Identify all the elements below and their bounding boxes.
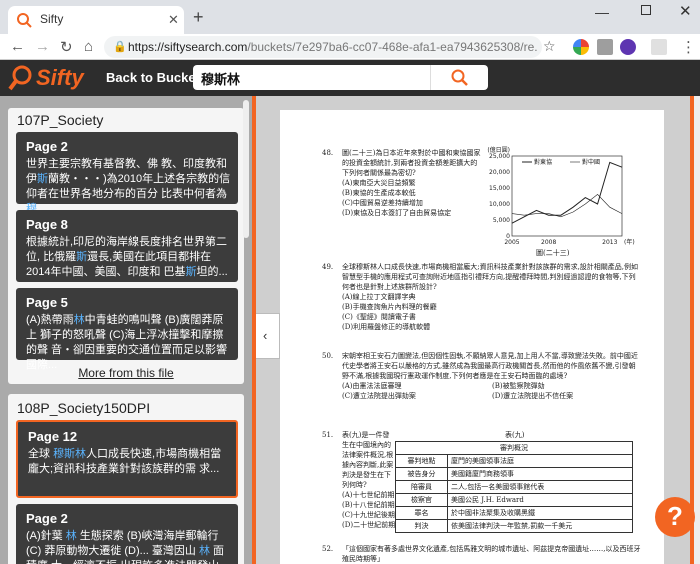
chart-y-tick-label: 10,000 bbox=[489, 201, 510, 208]
chart-y-tick-label: 15,000 bbox=[489, 185, 510, 192]
url-text: https://siftysearch.com/buckets/7e297ba6… bbox=[128, 40, 538, 54]
bookmark-star-icon[interactable]: ☆ bbox=[543, 38, 556, 55]
calendar-icon[interactable] bbox=[651, 39, 667, 55]
browser-tab-bar: Sifty ✕ + — ✕ bbox=[0, 0, 700, 34]
more-from-file-link[interactable]: More from this file bbox=[8, 366, 244, 380]
result-card[interactable]: Page 2 世界主要宗教有基督教、佛 教、印度教和伊斯蘭教・・・)為2010年… bbox=[16, 132, 238, 215]
chart-y-tick-label: 20,000 bbox=[489, 169, 510, 176]
chart-plot-frame bbox=[511, 155, 623, 237]
new-tab-button[interactable]: + bbox=[193, 7, 204, 28]
window-minimize-icon[interactable]: — bbox=[595, 4, 609, 20]
result-page-number: Page 5 bbox=[26, 295, 68, 310]
result-card[interactable]: Page 8 根據統計,印尼的海岸線長度排名世界第二位, 比俄羅斯還長,美國在此… bbox=[16, 210, 238, 282]
chart-x-tick-label: 2008 bbox=[541, 239, 556, 246]
result-card[interactable]: Page 5 (A)熱帶雨林中青蛙的鳴叫聲 (B)廣闊莽原上 獅子的怒吼聲 (C… bbox=[16, 288, 238, 371]
search-query: 穆斯林 bbox=[201, 72, 241, 87]
chart-y-tick-label: 25,000 bbox=[489, 153, 510, 160]
app-header: Sifty Back to Bucket 穆斯林 bbox=[0, 60, 700, 96]
url-bar[interactable]: 🔒 https://siftysearch.com/buckets/7e297b… bbox=[104, 36, 542, 58]
download-icon[interactable] bbox=[620, 39, 636, 55]
question-51-options: (A)十七世紀前期 (B)十八世紀前期 (C)十九世紀後期 (D)二十世紀前期 bbox=[342, 491, 396, 529]
result-snippet: 全球 穆斯林人口成長快速,市場商機相當 龐大;資訊科技產業針對該族群的需 求..… bbox=[28, 448, 222, 475]
case-table: 審判概況 審判地點 廈門的美國領事法庭 被告身分 美國籍廈門商務領事 陪審員 二人,包… bbox=[395, 441, 633, 533]
sifty-logo-icon bbox=[8, 65, 32, 91]
menu-dots-icon[interactable]: ⋮ bbox=[681, 38, 696, 56]
result-group-title: 108P_Society150DPI bbox=[17, 400, 151, 416]
result-snippet: 世界主要宗教有基督教、佛 教、印度教和伊斯蘭教・・・)為2010年上述各宗教的信… bbox=[26, 158, 231, 215]
result-snippet: (A)熱帶雨林中青蛙的鳴叫聲 (B)廣闊莽原上 獅子的怒吼聲 (C)海上浮冰撞擊… bbox=[26, 314, 228, 371]
search-input[interactable]: 穆斯林 bbox=[193, 65, 430, 90]
results-panel: 107P_Society Page 2 世界主要宗教有基督教、佛 教、印度教和伊… bbox=[0, 96, 256, 564]
tab-close-icon[interactable]: ✕ bbox=[168, 12, 179, 28]
search-button[interactable] bbox=[430, 65, 488, 90]
extension-icon[interactable] bbox=[573, 39, 589, 55]
table-header: 審判概況 bbox=[395, 441, 633, 455]
chart-y-tick-label: 5,000 bbox=[493, 217, 510, 224]
forward-arrow-icon[interactable]: → bbox=[35, 38, 50, 55]
table-caption: 表(九) bbox=[505, 431, 525, 439]
sifty-logo[interactable]: Sifty bbox=[36, 65, 84, 91]
chart-x-axis-label: (年) bbox=[624, 238, 635, 246]
home-icon[interactable]: ⌂ bbox=[84, 38, 93, 55]
results-scrollbar[interactable] bbox=[243, 100, 249, 238]
window-maximize-icon[interactable] bbox=[641, 5, 651, 15]
browser-tab[interactable]: Sifty ✕ bbox=[8, 6, 184, 34]
reload-icon[interactable]: ↻ bbox=[60, 38, 73, 56]
chart-x-tick-label: 2013 bbox=[602, 239, 617, 246]
chart-x-tick-label: 2005 bbox=[504, 239, 519, 246]
result-page-number: Page 2 bbox=[26, 511, 68, 526]
viewer-scrollbar[interactable] bbox=[694, 96, 700, 564]
result-page-number: Page 2 bbox=[26, 139, 68, 154]
result-page-number: Page 8 bbox=[26, 217, 68, 232]
result-group: 108P_Society150DPI Page 12 全球 穆斯林人口成長快速,… bbox=[8, 394, 244, 564]
chart-series-line bbox=[511, 193, 623, 218]
extension-icon[interactable] bbox=[597, 39, 613, 55]
address-bar: ← → ↻ ⌂ 🔒 https://siftysearch.com/bucket… bbox=[0, 34, 700, 60]
question-52: 52. 「這個國家有著多處世界文化遺產,包括馬雅文明的城市遺址、阿茲提克帝國遺址… bbox=[322, 545, 641, 563]
back-to-bucket-button[interactable]: Back to Bucket bbox=[106, 70, 200, 85]
back-arrow-icon[interactable]: ← bbox=[10, 38, 25, 55]
result-card[interactable]: Page 2 (A)針葉 林 生態探索 (B)峽灣海岸郵輪行 (C) 莽原動物大… bbox=[16, 504, 238, 564]
result-group: 107P_Society Page 2 世界主要宗教有基督教、佛 教、印度教和伊… bbox=[8, 108, 244, 384]
help-button[interactable]: ? bbox=[655, 497, 695, 537]
lock-icon: 🔒 bbox=[113, 41, 127, 53]
chart-legend-label: 對東協 bbox=[534, 158, 552, 166]
tab-title: Sifty bbox=[40, 12, 64, 26]
collapse-panel-button[interactable]: ‹ bbox=[256, 313, 280, 359]
chevron-left-icon: ‹ bbox=[263, 328, 268, 343]
search-icon bbox=[451, 69, 468, 86]
result-snippet: 根據統計,印尼的海岸線長度排名世界第二位, 比俄羅斯還長,美國在此項目都排在 2… bbox=[26, 236, 228, 278]
sifty-favicon-icon bbox=[17, 13, 32, 28]
investment-line-chart: (億日圓)05,00010,00015,00020,00025,0002005 2… bbox=[487, 146, 635, 246]
result-card-active[interactable]: Page 12 全球 穆斯林人口成長快速,市場商機相當 龐大;資訊科技產業針對該… bbox=[16, 420, 238, 498]
chart-caption: 圖(二十三) bbox=[536, 249, 570, 257]
chart-legend-label: 對中國 bbox=[582, 158, 600, 166]
result-page-number: Page 12 bbox=[28, 429, 78, 444]
window-close-icon[interactable]: ✕ bbox=[679, 2, 692, 20]
result-snippet: (A)針葉 林 生態探索 (B)峽灣海岸郵輪行 (C) 莽原動物大遷徙 (D).… bbox=[26, 530, 224, 564]
result-group-title: 107P_Society bbox=[17, 112, 104, 128]
